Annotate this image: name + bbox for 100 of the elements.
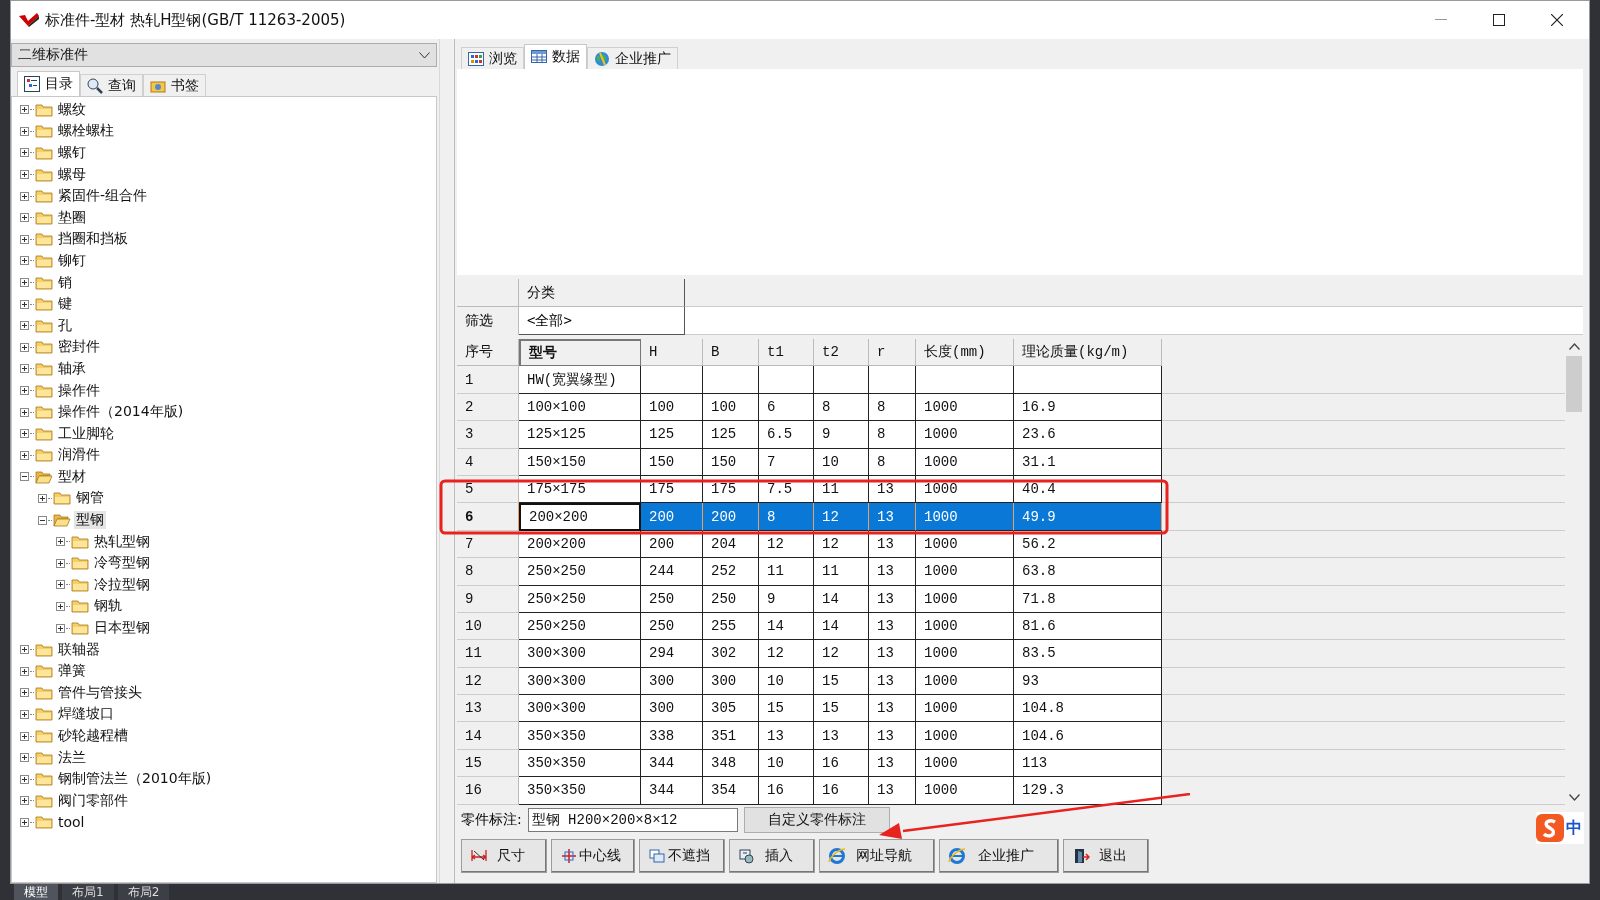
expand-icon[interactable] (20, 774, 29, 784)
table-cell[interactable]: 6.5 (759, 421, 814, 449)
table-cell[interactable]: 125 (703, 421, 759, 449)
table-cell[interactable]: 252 (703, 558, 759, 586)
table-cell[interactable]: 354 (703, 777, 759, 805)
table-cell[interactable]: 1000 (916, 448, 1014, 476)
table-cell[interactable]: 300 (641, 695, 703, 723)
tree-item[interactable]: 冷弯型钢 (92, 554, 152, 573)
table-cell[interactable]: 14 (814, 612, 869, 641)
collapse-icon[interactable] (20, 472, 29, 482)
table-cell[interactable]: 302 (703, 640, 759, 668)
expand-icon[interactable] (20, 213, 29, 223)
table-cell[interactable]: 13 (869, 558, 916, 586)
table-cell[interactable]: 10 (759, 749, 814, 778)
tree-item[interactable]: 日本型钢 (92, 619, 152, 638)
table-cell[interactable]: 255 (703, 612, 759, 641)
table-cell[interactable]: 13 (869, 749, 916, 778)
tab[interactable]: 目录 (17, 71, 80, 96)
column-header[interactable]: 理论质量(kg/m) (1014, 339, 1162, 367)
table-cell[interactable]: 125×125 (519, 421, 641, 449)
column-header[interactable]: 长度(mm) (916, 339, 1014, 367)
table-cell[interactable]: 63.8 (1014, 558, 1162, 586)
table-cell[interactable]: 13 (869, 640, 916, 668)
table-cell[interactable]: 305 (703, 695, 759, 723)
tree-item[interactable]: 轴承 (56, 359, 88, 378)
layout-tab[interactable]: 布局1 (62, 884, 114, 900)
table-cell[interactable]: 13 (869, 667, 916, 696)
part-label-field[interactable]: 型钢 H200×200×8×12 (527, 808, 738, 832)
collapse-icon[interactable] (38, 515, 47, 525)
expand-icon[interactable] (20, 817, 29, 827)
table-cell[interactable]: 1000 (916, 612, 1014, 641)
expand-icon[interactable] (20, 407, 29, 417)
table-cell[interactable]: 13 (869, 777, 916, 805)
table-cell[interactable]: 12 (814, 640, 869, 668)
table-cell[interactable]: 6 (759, 393, 814, 422)
table-cell[interactable]: 13 (759, 722, 814, 750)
expand-icon[interactable] (20, 450, 29, 460)
tree-item[interactable]: 法兰 (56, 748, 88, 767)
expand-icon[interactable] (20, 105, 29, 115)
tab[interactable]: 企业推广 (587, 47, 678, 69)
expand-icon[interactable] (20, 342, 29, 352)
table-cell[interactable]: 1000 (916, 503, 1014, 531)
tree-item[interactable]: 钢轨 (92, 597, 124, 616)
table-cell[interactable]: 300 (703, 667, 759, 696)
table-cell[interactable]: 10 (814, 448, 869, 476)
tree-item[interactable]: 阀门零部件 (56, 791, 130, 810)
table-cell[interactable]: 11 (814, 558, 869, 586)
table-cell[interactable]: 250 (641, 585, 703, 613)
table-cell[interactable]: 12 (814, 503, 869, 531)
tree-item[interactable]: 孔 (56, 316, 74, 335)
table-cell[interactable]: 125 (641, 421, 703, 449)
tree-item[interactable]: 垫圈 (56, 208, 88, 227)
column-header[interactable]: 型号 (519, 339, 641, 367)
expand-icon[interactable] (20, 666, 29, 676)
tree-item[interactable]: 钢管 (74, 489, 106, 508)
table-cell[interactable]: 100×100 (519, 393, 641, 422)
column-header[interactable]: t1 (759, 339, 814, 367)
minimize-icon[interactable] (1435, 19, 1447, 21)
tree-item[interactable]: tool (56, 814, 87, 831)
table-cell[interactable] (641, 366, 703, 394)
table-cell[interactable]: 1000 (916, 777, 1014, 805)
table-cell[interactable]: 1000 (916, 558, 1014, 586)
table-cell[interactable] (916, 366, 1014, 394)
table-cell[interactable]: 23.6 (1014, 421, 1162, 449)
expand-icon[interactable] (20, 299, 29, 309)
tree-item[interactable]: 螺栓螺柱 (56, 122, 116, 141)
table-cell[interactable]: 49.9 (1014, 503, 1162, 531)
tree-item[interactable]: 螺钉 (56, 144, 88, 162)
toolbar-button[interactable]: 中心线 (551, 839, 635, 873)
table-cell[interactable]: 93 (1014, 667, 1162, 696)
table-cell[interactable]: 10 (759, 667, 814, 696)
expand-icon[interactable] (20, 278, 29, 288)
table-cell[interactable]: 200 (703, 503, 759, 531)
table-cell[interactable]: 129.3 (1014, 777, 1162, 805)
tree-item[interactable]: 销 (56, 273, 74, 292)
expand-icon[interactable] (20, 256, 29, 266)
table-cell[interactable]: 350×350 (519, 722, 641, 750)
expand-icon[interactable] (20, 688, 29, 698)
tree-item[interactable]: 钢制管法兰（2010年版) (56, 770, 214, 789)
tree-item[interactable]: 螺母 (56, 165, 88, 184)
tree-item[interactable]: 工业脚轮 (56, 424, 116, 443)
table-cell[interactable]: 250×250 (519, 585, 641, 613)
table-cell[interactable]: 300×300 (519, 667, 641, 696)
expand-icon[interactable] (56, 537, 65, 547)
table-cell[interactable]: 83.5 (1014, 640, 1162, 668)
table-cell[interactable]: 294 (641, 640, 703, 668)
table-cell[interactable]: HW(宽翼缘型) (519, 366, 641, 394)
table-cell[interactable]: 7 (759, 448, 814, 476)
table-cell[interactable]: 250×250 (519, 558, 641, 586)
table-cell[interactable]: 15 (814, 667, 869, 696)
table-cell[interactable]: 1000 (916, 393, 1014, 422)
column-header[interactable]: r (869, 339, 916, 367)
table-cell[interactable]: 12 (759, 640, 814, 668)
scroll-up-icon[interactable] (1568, 343, 1580, 350)
expand-icon[interactable] (20, 170, 29, 180)
expand-icon[interactable] (20, 429, 29, 439)
category-dropdown[interactable]: 二维标准件 (11, 43, 437, 67)
expand-icon[interactable] (20, 753, 29, 763)
toolbar-button[interactable]: 尺寸 (461, 839, 547, 873)
expand-icon[interactable] (56, 558, 65, 568)
